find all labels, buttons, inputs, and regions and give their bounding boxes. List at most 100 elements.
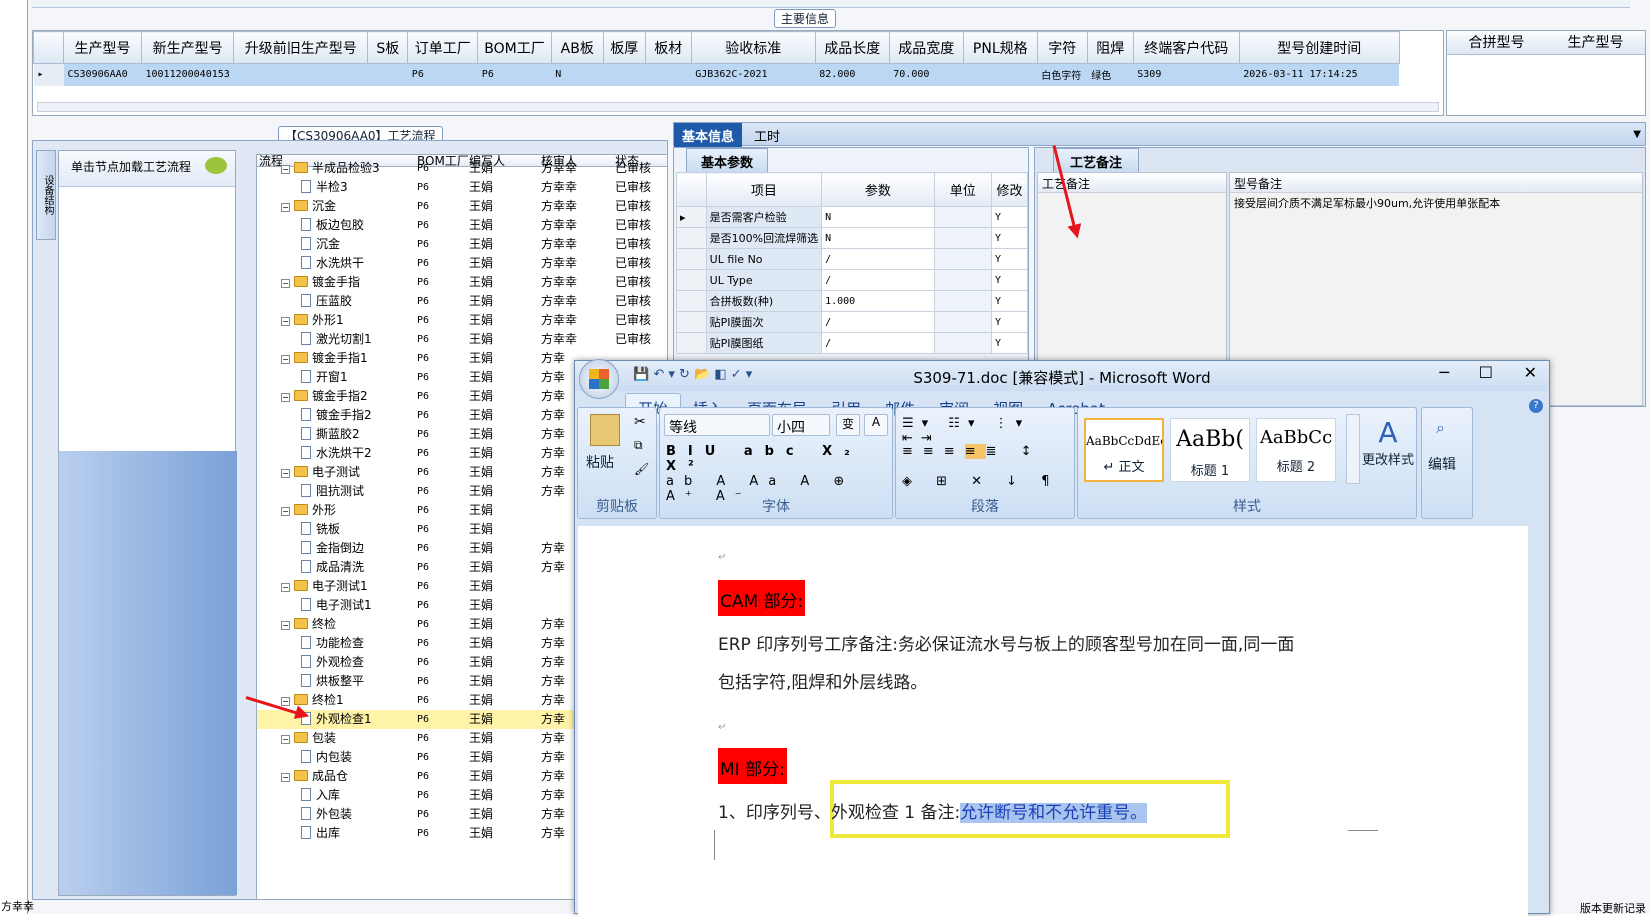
paste-button[interactable]: 粘贴 (586, 452, 614, 472)
document-page[interactable]: ↵ CAM 部分: ERP 印序列号工序备注:务必保证流水号与板上的顾客型号加在… (578, 526, 1528, 916)
tree-row[interactable]: − 外形1 P6 王娟 方幸幸 已审核 (257, 311, 667, 330)
char-border-icon[interactable]: A (864, 414, 888, 436)
help-icon[interactable]: ? (1529, 399, 1543, 413)
param-row[interactable]: 是否100%回流焊筛选 N Y (676, 227, 1028, 249)
col-header[interactable]: 板材 (644, 31, 692, 64)
param-col-header[interactable]: 修改 (991, 172, 1028, 207)
collapse-icon[interactable]: − (281, 507, 290, 516)
row-indicator[interactable]: ▸ (33, 63, 64, 86)
collapse-icon[interactable]: − (281, 735, 290, 744)
tab-process-remarks[interactable]: 工艺备注 (1053, 148, 1140, 174)
merge-col-header[interactable]: 合拼型号 (1447, 31, 1546, 54)
style-preset[interactable]: AaBbCcDdEe ↵ 正文 (1084, 418, 1164, 482)
cell[interactable] (233, 63, 368, 86)
col-header[interactable]: 验收标准 (690, 31, 816, 64)
collapse-icon[interactable]: − (281, 697, 290, 706)
paste-icon[interactable] (590, 414, 620, 446)
cell[interactable]: 绿色 (1087, 63, 1134, 86)
param-col-header[interactable]: 参数 (821, 172, 935, 207)
collapse-icon[interactable]: − (281, 317, 290, 326)
cell[interactable] (645, 63, 692, 86)
col-header[interactable]: AB板 (550, 31, 604, 64)
list-buttons[interactable]: ☰▾ ☷▾ ⋮▾ ⇤⇥ (902, 416, 1074, 446)
find-icon[interactable]: ⌕ (1436, 418, 1445, 438)
tree-row[interactable]: − 镀金手指 P6 王娟 方幸幸 已审核 (257, 273, 667, 292)
style-preset[interactable]: AaBbCc 标题 2 (1256, 418, 1336, 482)
cell[interactable]: 10011200040153 (141, 63, 234, 86)
font-size-select[interactable]: 小四 (772, 414, 830, 436)
cell[interactable]: 2026-03-11 17:14:25 (1239, 63, 1400, 86)
minimize-button[interactable]: ─ (1439, 363, 1449, 382)
style-preset[interactable]: AaBb(标题 1 (1170, 418, 1250, 482)
dropdown-arrow-icon[interactable]: ▼ (1633, 129, 1641, 140)
cell[interactable]: GJB362C-2021 (691, 63, 816, 86)
col-header[interactable]: 新生产型号 (140, 31, 235, 64)
tree-row[interactable]: 半检3 P6 王娟 方幸幸 已审核 (257, 178, 667, 197)
tree-row[interactable]: − 半成品检验3 P6 王娟 方幸幸 已审核 (257, 159, 667, 178)
collapse-icon[interactable]: − (281, 355, 290, 364)
param-row[interactable]: 贴PI膜图纸 / Y (676, 332, 1028, 354)
param-value[interactable]: 1.000 (821, 290, 935, 312)
close-button[interactable]: ✕ (1524, 363, 1537, 382)
styles-scroll[interactable] (1346, 414, 1360, 484)
param-col-header[interactable]: 单位 (933, 172, 993, 207)
format-painter-icon[interactable]: 🖌 (634, 462, 649, 476)
tree-row[interactable]: 板边包胶 P6 王娟 方幸幸 已审核 (257, 216, 667, 235)
cell[interactable] (367, 63, 408, 86)
tab-basic-info[interactable]: 基本信息 (674, 123, 743, 148)
collapse-icon[interactable]: − (281, 621, 290, 630)
model-remark-text[interactable]: 接受层间介质不满足军标最小90um,允许使用单张配本 (1230, 193, 1642, 213)
param-value[interactable]: N (821, 227, 935, 249)
collapse-icon[interactable]: − (281, 583, 290, 592)
param-row[interactable]: UL file No / Y (676, 248, 1028, 270)
param-value[interactable]: / (821, 248, 935, 270)
col-header[interactable]: S板 (367, 31, 409, 64)
col-header[interactable]: 升级前旧生产型号 (233, 31, 369, 64)
cell[interactable]: 白色字符 (1037, 63, 1088, 86)
edit-button[interactable]: 编辑 (1428, 454, 1456, 474)
collapse-icon[interactable]: − (281, 393, 290, 402)
col-header[interactable]: BOM工厂 (477, 31, 552, 64)
cell[interactable]: S309 (1133, 63, 1240, 86)
tree-row[interactable]: 沉金 P6 王娟 方幸幸 已审核 (257, 235, 667, 254)
tab-basic-params[interactable]: 基本参数 (686, 148, 769, 174)
param-value[interactable]: / (821, 269, 935, 291)
col-header[interactable]: PNL规格 (962, 31, 1038, 64)
col-header[interactable]: 字符 (1036, 31, 1088, 64)
param-value[interactable]: N (821, 206, 935, 228)
align-buttons[interactable]: ≡≡≡≡≣ ↕ (902, 444, 1042, 459)
tab-work-hours[interactable]: 工时 (746, 123, 788, 148)
collapse-icon[interactable]: − (281, 469, 290, 478)
col-header[interactable]: 阻焊 (1086, 31, 1134, 64)
cell[interactable]: 70.000 (889, 63, 964, 86)
collapse-icon[interactable]: − (281, 279, 290, 288)
cell[interactable] (963, 63, 1038, 86)
side-tab-device[interactable]: 设备结构 (36, 150, 56, 240)
cell[interactable]: P6 (407, 63, 478, 86)
font-name-select[interactable]: 等线 (664, 414, 770, 436)
tree-row[interactable]: 水洗烘干 P6 王娟 方幸幸 已审核 (257, 254, 667, 273)
collapse-icon[interactable]: − (281, 203, 290, 212)
col-header[interactable]: 订单工厂 (407, 31, 479, 64)
shading-buttons[interactable]: ◈ ⊞ ✕ ↓ ¶ (902, 474, 1059, 489)
horizontal-scrollbar[interactable] (37, 102, 1439, 112)
cell[interactable]: CS30906AA0 (63, 63, 142, 86)
param-row[interactable]: ▸ 是否需客户检验 N Y (676, 206, 1028, 228)
col-header[interactable]: 板厚 (602, 31, 646, 64)
param-col-header[interactable]: 项目 (705, 172, 823, 207)
maximize-button[interactable]: ☐ (1479, 363, 1493, 382)
col-header[interactable]: 生产型号 (63, 31, 142, 64)
cell[interactable] (603, 63, 646, 86)
tree-row[interactable]: 激光切割1 P6 王娟 方幸幸 已审核 (257, 330, 667, 349)
collapse-icon[interactable]: − (281, 773, 290, 782)
tree-row[interactable]: 压蓝胶 P6 王娟 方幸幸 已审核 (257, 292, 667, 311)
cell[interactable]: 82.000 (815, 63, 890, 86)
copy-icon[interactable]: ⧉ (634, 438, 643, 453)
col-header[interactable]: 成品宽度 (888, 31, 964, 64)
prod-model-col-header[interactable]: 生产型号 (1546, 31, 1645, 54)
col-header[interactable]: 终端客户代码 (1132, 31, 1240, 64)
cell[interactable]: N (551, 63, 604, 86)
param-row[interactable]: UL Type / Y (676, 269, 1028, 291)
col-header[interactable]: 型号创建时间 (1238, 31, 1400, 64)
cell[interactable]: P6 (477, 63, 552, 86)
